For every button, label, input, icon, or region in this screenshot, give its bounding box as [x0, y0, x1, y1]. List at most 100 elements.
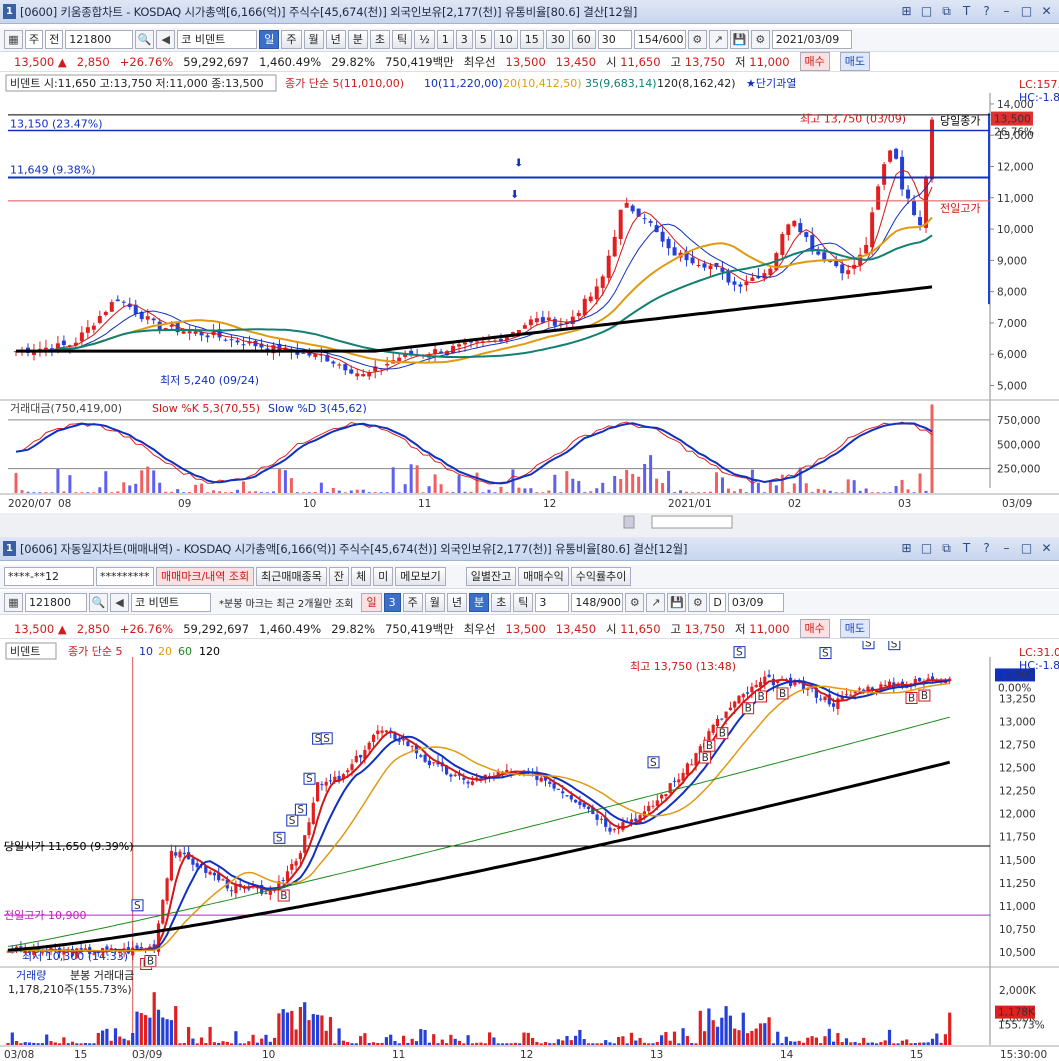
period-tick[interactable]: 틱	[513, 593, 534, 612]
min-60[interactable]: 60	[571, 30, 596, 49]
period-second[interactable]: 초	[369, 30, 390, 49]
period-month[interactable]: 월	[424, 593, 445, 612]
indicator-icon[interactable]: ⚙	[625, 593, 645, 612]
return-trend-button[interactable]: 수익률추이	[570, 567, 632, 586]
min-30[interactable]: 30	[545, 30, 570, 49]
tools-icon[interactable]: T	[958, 540, 975, 557]
code-input[interactable]: 121800	[25, 593, 87, 612]
minimize-icon[interactable]: –	[998, 3, 1015, 20]
account-select[interactable]: ****-**12	[4, 567, 94, 586]
code-input[interactable]: 121800	[65, 30, 134, 49]
volume-bar	[866, 1042, 870, 1045]
sell-button[interactable]: 매도	[839, 619, 871, 638]
volume-bar	[328, 1017, 333, 1045]
filled-button[interactable]: 체	[351, 567, 372, 586]
top-titlebar[interactable]: 1 [0600] 키움종합차트 - KOSDAQ 시가총액[6,166(억)] …	[0, 0, 1059, 24]
help-icon[interactable]: ?	[978, 540, 995, 557]
count-input[interactable]: 148/900	[571, 593, 624, 612]
period-minute[interactable]: 분	[347, 30, 368, 49]
link-icon[interactable]: □	[918, 3, 935, 20]
period-week[interactable]: 주	[402, 593, 423, 612]
candle-body	[301, 352, 306, 354]
market-select[interactable]: 주	[25, 30, 44, 49]
date-input[interactable]: 2021/03/09	[771, 30, 852, 49]
grid-icon[interactable]: ▦	[4, 30, 23, 49]
recent-trades-button[interactable]: 최근매매종목	[256, 567, 327, 586]
min-15[interactable]: 15	[519, 30, 544, 49]
search-icon[interactable]: 🔍	[89, 593, 108, 612]
period-day[interactable]: 일	[361, 593, 382, 612]
password-input[interactable]: *********	[96, 567, 154, 586]
min-1[interactable]: 1	[436, 30, 454, 49]
settings-icon[interactable]: ⚙	[688, 593, 708, 612]
period-num[interactable]: 3	[383, 593, 401, 612]
indicator-icon[interactable]: ⚙	[687, 30, 707, 49]
period-week[interactable]: 주	[281, 30, 302, 49]
save-icon[interactable]: 💾	[729, 30, 749, 49]
grid-icon[interactable]: ▦	[4, 593, 23, 612]
quote-price: 13,500 ▲	[14, 54, 67, 69]
d-checkbox[interactable]: D	[709, 593, 726, 612]
pin-icon[interactable]: ⊞	[898, 540, 915, 557]
trade-mark-query-button[interactable]: 매매마크/내역 조회	[156, 567, 255, 586]
count-input[interactable]: 154/600	[633, 30, 686, 49]
volume-bar	[66, 1043, 70, 1045]
search-icon[interactable]: 🔍	[135, 30, 155, 49]
balance-button[interactable]: 잔	[328, 567, 350, 586]
min-select[interactable]: 30	[597, 30, 632, 49]
volume-bar	[724, 1006, 728, 1045]
sell-button[interactable]: 매도	[839, 52, 871, 71]
bottom-titlebar[interactable]: 1 [0606] 자동일지차트(매매내역) - KOSDAQ 시가총액[6,16…	[0, 537, 1059, 561]
marker-text: B	[745, 703, 752, 715]
stock-name[interactable]: 코 비덴트	[177, 30, 258, 49]
help-icon[interactable]: ?	[978, 3, 995, 20]
volume-bar	[307, 1020, 311, 1045]
min-3[interactable]: 3	[455, 30, 473, 49]
close-icon[interactable]: ✕	[1038, 540, 1055, 557]
bottom-price-chart[interactable]: 비덴트 종가 단순 5 10 20 60 120 13,500 13,250 13,000 12,…	[0, 641, 1059, 1061]
date-input[interactable]: 03/09	[727, 593, 784, 612]
amount-bar	[888, 492, 892, 493]
tools-icon[interactable]: T	[958, 3, 975, 20]
top-price-chart[interactable]: 비덴트 시:11,650 고:13,750 저:11,000 종:13,500 종…	[0, 73, 1059, 531]
period-month[interactable]: 월	[303, 30, 324, 49]
period-minute[interactable]: 분	[468, 593, 490, 612]
stock-name[interactable]: 코 비덴트	[131, 593, 211, 612]
volume-bar	[780, 1043, 784, 1045]
high-note: 최고 13,750 (03/09)	[800, 113, 906, 126]
down-arrow-icon: ⬇	[514, 157, 523, 170]
minute-select[interactable]: 3	[535, 593, 570, 612]
period-year[interactable]: 년	[325, 30, 346, 49]
volume-bar	[900, 1040, 904, 1045]
pin-icon[interactable]: ⊞	[898, 3, 915, 20]
speaker-icon[interactable]: ◀	[110, 593, 129, 612]
window-number: 1	[3, 541, 16, 556]
prev-select[interactable]: 전	[45, 30, 64, 49]
ratio-button[interactable]: ½	[414, 30, 435, 49]
unfilled-button[interactable]: 미	[373, 567, 394, 586]
period-year[interactable]: 년	[446, 593, 467, 612]
min-10[interactable]: 10	[493, 30, 518, 49]
period-day[interactable]: 일	[259, 30, 280, 49]
memo-button[interactable]: 메모보기	[395, 567, 446, 586]
draw-icon[interactable]: ↗	[708, 30, 728, 49]
close-icon[interactable]: ✕	[1038, 3, 1055, 20]
daily-balance-button[interactable]: 일별잔고	[465, 567, 517, 586]
minimize-icon[interactable]: –	[998, 540, 1015, 557]
speaker-icon[interactable]: ◀	[156, 30, 176, 49]
trade-profit-button[interactable]: 매매수익	[518, 567, 569, 586]
restore-icon[interactable]: ⧉	[938, 540, 955, 557]
restore-icon[interactable]: ⧉	[938, 3, 955, 20]
buy-button[interactable]: 매수	[799, 619, 830, 638]
maximize-icon[interactable]: □	[1018, 3, 1035, 20]
save-icon[interactable]: 💾	[667, 593, 687, 612]
link-icon[interactable]: □	[918, 540, 935, 557]
period-tick[interactable]: 틱	[392, 30, 413, 49]
settings-icon[interactable]: ⚙	[750, 30, 770, 49]
maximize-icon[interactable]: □	[1018, 540, 1035, 557]
min-5[interactable]: 5	[474, 30, 492, 49]
draw-icon[interactable]: ↗	[646, 593, 666, 612]
buy-button[interactable]: 매수	[799, 52, 830, 71]
volume-bar	[771, 1043, 775, 1045]
period-second[interactable]: 초	[491, 593, 512, 612]
